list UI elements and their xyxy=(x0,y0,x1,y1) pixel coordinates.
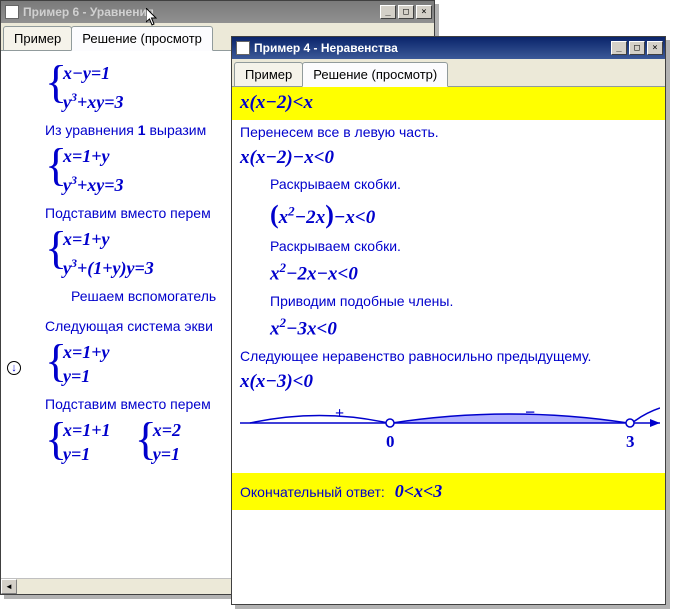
window-buttons: _ □ × xyxy=(380,5,432,19)
final-answer: Окончательный ответ: 0<x<3 xyxy=(232,473,665,510)
tab-solution[interactable]: Решение (просмотр xyxy=(71,26,213,51)
equation-system: { x=1+y y3+(1+y)y=3 xyxy=(45,227,154,280)
problem-highlight: x(x−2)<x xyxy=(232,87,665,120)
window-icon xyxy=(236,41,250,55)
maximize-button[interactable]: □ xyxy=(398,5,414,19)
window-buttons: _ □ × xyxy=(611,41,663,55)
maximize-button[interactable]: □ xyxy=(629,41,645,55)
tab-example[interactable]: Пример xyxy=(3,26,72,50)
svg-text:+: + xyxy=(335,405,344,422)
equation-system: { x=2 y=1 xyxy=(135,418,181,466)
brace-icon: { xyxy=(135,416,157,462)
minimize-button[interactable]: _ xyxy=(611,41,627,55)
step-text: Раскрываем скобки. xyxy=(270,238,657,254)
equation-system: { x=1+y y3+xy=3 xyxy=(45,144,124,197)
step-marker-icon: ↓ xyxy=(7,361,21,375)
equation-system: { x=1+y y=1 xyxy=(45,340,110,388)
brace-icon: { xyxy=(45,59,67,105)
step-text: Следующее неравенство равносильно предыд… xyxy=(240,348,657,364)
brace-icon: { xyxy=(45,225,67,271)
window-icon xyxy=(5,5,19,19)
equation: x(x−2)−x<0 xyxy=(240,146,665,171)
equation: x(x−3)<0 xyxy=(240,370,665,395)
scroll-left-button[interactable]: ◄ xyxy=(1,579,17,594)
step-text: Перенесем все в левую часть. xyxy=(240,124,657,140)
titlebar[interactable]: Пример 4 - Неравенства _ □ × xyxy=(232,37,665,59)
equation: (x2−2x)−x<0 xyxy=(270,198,665,232)
tab-example[interactable]: Пример xyxy=(234,62,303,86)
tabs: Пример Решение (просмотр) xyxy=(232,59,665,87)
brace-icon: { xyxy=(45,338,67,384)
equation-system: { x−y=1 y3+xy=3 xyxy=(45,61,124,114)
content-area: x(x−2)<x Перенесем все в левую часть. x(… xyxy=(232,87,665,604)
window-title: Пример 4 - Неравенства xyxy=(254,41,611,55)
window-inequalities: Пример 4 - Неравенства _ □ × Пример Реше… xyxy=(231,36,666,605)
equation: x2−2x−x<0 xyxy=(270,260,665,287)
step-text: Раскрываем скобки. xyxy=(270,176,657,192)
minimize-button[interactable]: _ xyxy=(380,5,396,19)
window-title: Пример 6 - Уравнения xyxy=(23,5,380,19)
brace-icon: { xyxy=(45,142,67,188)
svg-text:−: − xyxy=(525,403,535,422)
numline-label-3: 3 xyxy=(626,432,635,451)
close-button[interactable]: × xyxy=(647,41,663,55)
equation: x2−3x<0 xyxy=(270,315,665,342)
number-line-chart: + − 0 3 xyxy=(240,403,657,463)
close-button[interactable]: × xyxy=(416,5,432,19)
equation-system: { x=1+1 y=1 xyxy=(45,418,111,466)
numline-label-0: 0 xyxy=(386,432,395,451)
final-label: Окончательный ответ: xyxy=(240,484,385,500)
tab-solution[interactable]: Решение (просмотр) xyxy=(302,62,448,87)
final-answer-value: 0<x<3 xyxy=(395,481,443,501)
brace-icon: { xyxy=(45,416,67,462)
titlebar[interactable]: Пример 6 - Уравнения _ □ × xyxy=(1,1,434,23)
step-text: Приводим подобные члены. xyxy=(270,293,657,309)
